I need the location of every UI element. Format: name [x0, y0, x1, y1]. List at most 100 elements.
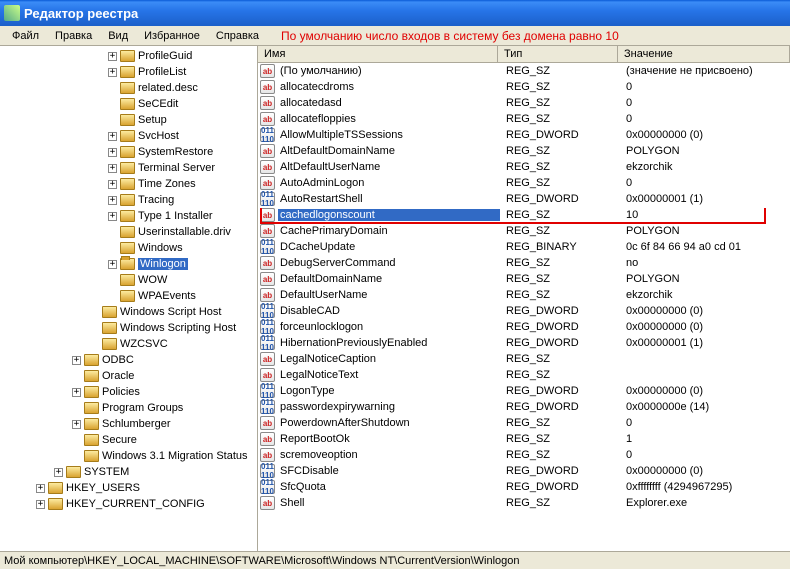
tree-node-svchost[interactable]: +SvcHost	[0, 128, 257, 144]
value-row[interactable]: ab(По умолчанию)REG_SZ(значение не присв…	[258, 63, 790, 79]
header-value[interactable]: Значение	[618, 46, 790, 62]
value-type: REG_SZ	[500, 497, 620, 509]
tree-node-windows[interactable]: +Windows	[0, 240, 257, 256]
header-type[interactable]: Тип	[498, 46, 618, 62]
tree-node-wpaevents[interactable]: +WPAEvents	[0, 288, 257, 304]
value-name: DisableCAD	[278, 305, 500, 317]
titlebar[interactable]: Редактор реестра	[0, 0, 790, 26]
value-row[interactable]: abLegalNoticeCaptionREG_SZ	[258, 351, 790, 367]
value-row[interactable]: aballocatedasdREG_SZ0	[258, 95, 790, 111]
value-row[interactable]: abShellREG_SZExplorer.exe	[258, 495, 790, 511]
value-row[interactable]: 011 110passwordexpirywarningREG_DWORD0x0…	[258, 399, 790, 415]
value-row[interactable]: 011 110AutoRestartShellREG_DWORD0x000000…	[258, 191, 790, 207]
value-list[interactable]: Имя Тип Значение ab(По умолчанию)REG_SZ(…	[258, 46, 790, 551]
expander-icon[interactable]: +	[108, 52, 117, 61]
expander-icon[interactable]: +	[108, 260, 117, 269]
tree-node-setup[interactable]: +Setup	[0, 112, 257, 128]
value-row[interactable]: 011 110forceunlocklogonREG_DWORD0x000000…	[258, 319, 790, 335]
tree-node-oracle[interactable]: +Oracle	[0, 368, 257, 384]
tree-node-system[interactable]: +SYSTEM	[0, 464, 257, 480]
value-type: REG_DWORD	[500, 321, 620, 333]
expander-icon[interactable]: +	[108, 212, 117, 221]
string-value-icon: ab	[260, 160, 275, 174]
string-value-icon: ab	[260, 96, 275, 110]
tree-node-related-desc[interactable]: +related.desc	[0, 80, 257, 96]
tree-node-secedit[interactable]: +SeCEdit	[0, 96, 257, 112]
value-type: REG_SZ	[500, 81, 620, 93]
expander-icon[interactable]: +	[72, 388, 81, 397]
menu-view[interactable]: Вид	[100, 28, 136, 44]
expander-icon[interactable]: +	[72, 420, 81, 429]
menu-file[interactable]: Файл	[4, 28, 47, 44]
tree-node-schlumberger[interactable]: +Schlumberger	[0, 416, 257, 432]
value-row[interactable]: abDefaultUserNameREG_SZekzorchik	[258, 287, 790, 303]
value-row[interactable]: aballocatecdromsREG_SZ0	[258, 79, 790, 95]
value-data: 10	[620, 209, 790, 221]
registry-tree[interactable]: +ProfileGuid+ProfileList+related.desc+Se…	[0, 46, 258, 551]
value-row[interactable]: abcachedlogonscountREG_SZ10	[258, 207, 790, 223]
tree-node-time-zones[interactable]: +Time Zones	[0, 176, 257, 192]
tree-node-windows-script-host[interactable]: +Windows Script Host	[0, 304, 257, 320]
tree-node-policies[interactable]: +Policies	[0, 384, 257, 400]
expander-icon[interactable]: +	[36, 484, 45, 493]
value-row[interactable]: abAltDefaultUserNameREG_SZekzorchik	[258, 159, 790, 175]
expander-icon[interactable]: +	[108, 68, 117, 77]
value-row[interactable]: abscremoveoptionREG_SZ0	[258, 447, 790, 463]
value-row[interactable]: abCachePrimaryDomainREG_SZPOLYGON	[258, 223, 790, 239]
value-data: 0x00000001 (1)	[620, 193, 790, 205]
value-row[interactable]: abReportBootOkREG_SZ1	[258, 431, 790, 447]
tree-node-userinstallable-driv[interactable]: +Userinstallable.driv	[0, 224, 257, 240]
tree-node-systemrestore[interactable]: +SystemRestore	[0, 144, 257, 160]
value-row[interactable]: abAltDefaultDomainNameREG_SZPOLYGON	[258, 143, 790, 159]
expander-icon[interactable]: +	[108, 164, 117, 173]
expander-icon[interactable]: +	[108, 196, 117, 205]
value-row[interactable]: 011 110DCacheUpdateREG_BINARY0c 6f 84 66…	[258, 239, 790, 255]
tree-node-profileguid[interactable]: + ProfileGuid	[0, 48, 257, 64]
tree-label: WPAEvents	[138, 290, 196, 302]
value-type: REG_SZ	[500, 257, 620, 269]
tree-node-tracing[interactable]: +Tracing	[0, 192, 257, 208]
expander-icon[interactable]: +	[108, 148, 117, 157]
tree-node-windows-3-1-migration-status[interactable]: +Windows 3.1 Migration Status	[0, 448, 257, 464]
tree-node-type-1-installer[interactable]: +Type 1 Installer	[0, 208, 257, 224]
menu-help[interactable]: Справка	[208, 28, 267, 44]
tree-node-windows-scripting-host[interactable]: +Windows Scripting Host	[0, 320, 257, 336]
tree-node-secure[interactable]: +Secure	[0, 432, 257, 448]
value-row[interactable]: 011 110DisableCADREG_DWORD0x00000000 (0)	[258, 303, 790, 319]
expander-icon[interactable]: +	[108, 180, 117, 189]
tree-node-profilelist[interactable]: +ProfileList	[0, 64, 257, 80]
tree-node-terminal-server[interactable]: +Terminal Server	[0, 160, 257, 176]
folder-icon	[84, 386, 99, 398]
value-row[interactable]: abDebugServerCommandREG_SZno	[258, 255, 790, 271]
tree-node-wzcsvc[interactable]: +WZCSVC	[0, 336, 257, 352]
tree-node-hkey-current-config[interactable]: +HKEY_CURRENT_CONFIG	[0, 496, 257, 512]
value-row[interactable]: abLegalNoticeTextREG_SZ	[258, 367, 790, 383]
expander-icon[interactable]: +	[36, 500, 45, 509]
tree-label: ProfileGuid	[138, 50, 192, 62]
tree-node-winlogon[interactable]: +Winlogon	[0, 256, 257, 272]
menu-edit[interactable]: Правка	[47, 28, 100, 44]
value-row[interactable]: aballocatefloppiesREG_SZ0	[258, 111, 790, 127]
value-row[interactable]: 011 110LogonTypeREG_DWORD0x00000000 (0)	[258, 383, 790, 399]
tree-label: Program Groups	[102, 402, 183, 414]
header-name[interactable]: Имя	[258, 46, 498, 62]
main-panel: +ProfileGuid+ProfileList+related.desc+Se…	[0, 46, 790, 551]
expander-icon[interactable]: +	[108, 132, 117, 141]
string-value-icon: ab	[260, 80, 275, 94]
expander-icon[interactable]: +	[54, 468, 63, 477]
expander-icon[interactable]: +	[72, 356, 81, 365]
tree-node-wow[interactable]: +WOW	[0, 272, 257, 288]
value-row[interactable]: abPowerdownAfterShutdownREG_SZ0	[258, 415, 790, 431]
tree-node-program-groups[interactable]: +Program Groups	[0, 400, 257, 416]
value-data: 0x00000000 (0)	[620, 321, 790, 333]
menu-favorites[interactable]: Избранное	[136, 28, 208, 44]
value-row[interactable]: abAutoAdminLogonREG_SZ0	[258, 175, 790, 191]
list-header: Имя Тип Значение	[258, 46, 790, 63]
tree-node-hkey-users[interactable]: +HKEY_USERS	[0, 480, 257, 496]
tree-node-odbc[interactable]: +ODBC	[0, 352, 257, 368]
value-row[interactable]: abDefaultDomainNameREG_SZPOLYGON	[258, 271, 790, 287]
value-row[interactable]: 011 110AllowMultipleTSSessionsREG_DWORD0…	[258, 127, 790, 143]
value-row[interactable]: 011 110SFCDisableREG_DWORD0x00000000 (0)	[258, 463, 790, 479]
value-row[interactable]: 011 110SfcQuotaREG_DWORD0xffffffff (4294…	[258, 479, 790, 495]
value-row[interactable]: 011 110HibernationPreviouslyEnabledREG_D…	[258, 335, 790, 351]
